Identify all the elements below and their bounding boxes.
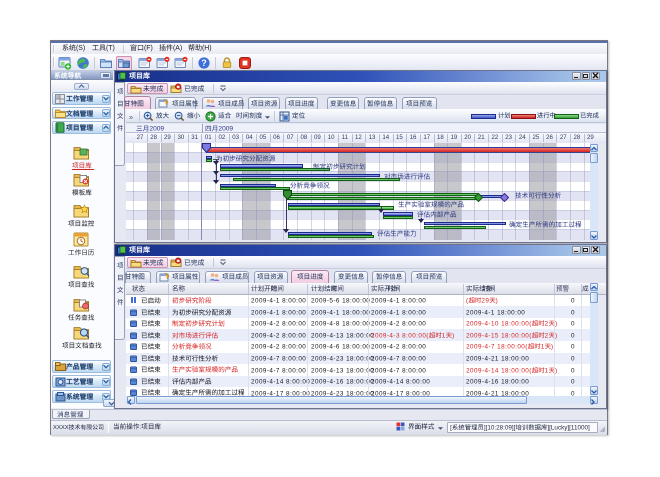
svg-text:2009-4-1 18:00:00: 2009-4-1 18:00:00 xyxy=(466,309,525,316)
svg-text:): ) xyxy=(495,298,498,305)
svg-text:0: 0 xyxy=(571,378,575,385)
svg-text:2009-4-3 8:00:00(: 2009-4-3 8:00:00( xyxy=(371,332,429,339)
svg-text:XXXX: XXXX xyxy=(53,425,69,431)
svg-text:2009-4-7 8:00:00: 2009-4-7 8:00:00 xyxy=(251,355,306,362)
svg-text:2009-4-1 8:00:00: 2009-4-1 8:00:00 xyxy=(251,309,306,316)
svg-text:(A): (A) xyxy=(173,45,182,52)
svg-text:2009-5-6 18:00:00: 2009-5-6 18:00:00 xyxy=(311,298,370,305)
svg-text:2009-4-7 8:00:00: 2009-4-7 8:00:00 xyxy=(371,355,426,362)
svg-text:(F): (F) xyxy=(144,45,153,52)
svg-text:2009-4-8 18:00:00: 2009-4-8 18:00:00 xyxy=(311,321,370,328)
svg-text:2009: 2009 xyxy=(218,125,233,132)
svg-text:(T): (T) xyxy=(106,45,115,52)
svg-text:2009-4-2 8:00:00: 2009-4-2 8:00:00 xyxy=(371,321,426,328)
svg-text:2009-4-2 8:00:00: 2009-4-2 8:00:00 xyxy=(251,332,306,339)
svg-text:0: 0 xyxy=(571,321,575,328)
svg-text:2: 2 xyxy=(544,332,548,339)
svg-text:0: 0 xyxy=(571,332,575,339)
svg-text:0: 0 xyxy=(571,355,575,362)
svg-text:[: [ xyxy=(450,424,452,431)
svg-text:2009-4-13 18:00:00: 2009-4-13 18:00:00 xyxy=(311,332,374,339)
svg-text:2009-4-1 8:00:00: 2009-4-1 8:00:00 xyxy=(371,309,426,316)
svg-text:»: » xyxy=(129,112,133,121)
svg-text:2009-4-6 18:00:00: 2009-4-6 18:00:00 xyxy=(311,344,370,351)
svg-text:2009-4-13 18:00:00: 2009-4-13 18:00:00 xyxy=(311,367,374,374)
svg-text:2009-4-7 18:00:00(: 2009-4-7 18:00:00( xyxy=(466,344,528,351)
svg-text:2009-4-7 8:00:00: 2009-4-7 8:00:00 xyxy=(371,367,426,374)
svg-text:1: 1 xyxy=(544,367,548,374)
svg-text:): ) xyxy=(452,332,455,339)
svg-text:2009-4-10 18:00:00(: 2009-4-10 18:00:00( xyxy=(466,321,532,328)
svg-text:29: 29 xyxy=(481,298,489,305)
svg-text:2009-4-1 8:00:00: 2009-4-1 8:00:00 xyxy=(371,298,426,305)
svg-text:(H): (H) xyxy=(202,45,212,52)
svg-text:(S): (S) xyxy=(76,45,85,52)
svg-text:2009: 2009 xyxy=(149,125,164,132)
svg-text:2009-4-16 18:00:00: 2009-4-16 18:00:00 xyxy=(466,378,529,385)
svg-text:2009-4-14 18:00:00(: 2009-4-14 18:00:00( xyxy=(466,367,532,374)
svg-text:2009-4-21 18:00:00: 2009-4-21 18:00:00 xyxy=(466,355,529,362)
svg-text:][10:28:09][: ][10:28:09][ xyxy=(483,424,515,431)
svg-text:): ) xyxy=(555,332,558,339)
svg-text:1: 1 xyxy=(442,332,446,339)
svg-text:2009-4-23 18:00:00: 2009-4-23 18:00:00 xyxy=(311,355,374,362)
svg-text:(: ( xyxy=(466,298,469,305)
svg-text:): ) xyxy=(555,321,558,328)
svg-text:2009-4-15 18:00:00(: 2009-4-15 18:00:00( xyxy=(466,332,532,339)
svg-text:2009-4-1 18:00:00: 2009-4-1 18:00:00 xyxy=(311,309,370,316)
svg-text:2009-4-14 8:00:00: 2009-4-14 8:00:00 xyxy=(251,378,310,385)
svg-text:][Lucky][11000]: ][Lucky][11000] xyxy=(547,424,590,431)
svg-text:2009-4-2 8:00:00: 2009-4-2 8:00:00 xyxy=(251,344,306,351)
svg-text:2: 2 xyxy=(544,321,548,328)
svg-text:2009-4-14 8:00:00: 2009-4-14 8:00:00 xyxy=(371,378,430,385)
svg-text:2009-4-7 8:00:00: 2009-4-7 8:00:00 xyxy=(251,367,306,374)
svg-text:0: 0 xyxy=(571,298,575,305)
svg-text:2009-4-1 8:00:00: 2009-4-1 8:00:00 xyxy=(251,298,306,305)
svg-text:1: 1 xyxy=(540,344,544,351)
svg-text:2009-4-16 18:00:00: 2009-4-16 18:00:00 xyxy=(311,378,374,385)
svg-text:2009-4-2 8:00:00: 2009-4-2 8:00:00 xyxy=(371,344,426,351)
svg-text:0: 0 xyxy=(571,344,575,351)
svg-text:0: 0 xyxy=(571,309,575,316)
svg-text::: : xyxy=(139,424,141,431)
svg-text:2009-4-2 8:00:00: 2009-4-2 8:00:00 xyxy=(251,321,306,328)
svg-text:): ) xyxy=(555,367,558,374)
svg-text:0: 0 xyxy=(571,367,575,374)
svg-text:?: ? xyxy=(201,58,207,68)
